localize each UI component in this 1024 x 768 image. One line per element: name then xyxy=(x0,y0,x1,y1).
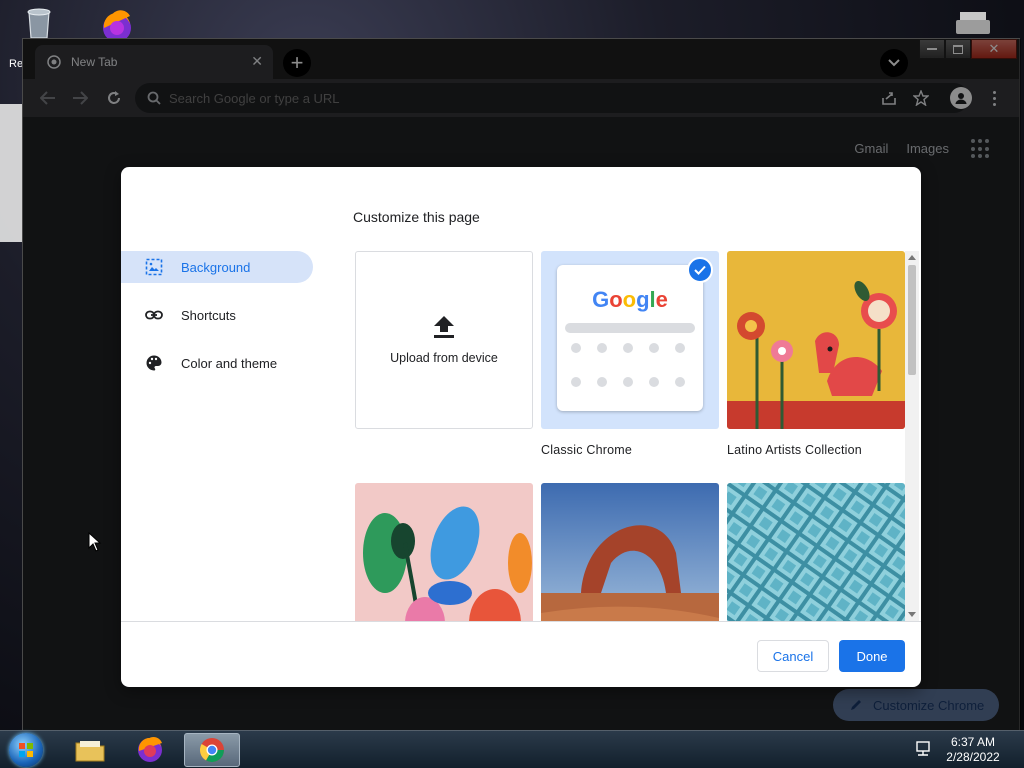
clock-date: 2/28/2022 xyxy=(946,750,1000,764)
upload-label: Upload from device xyxy=(390,351,498,365)
arch-landscape-image xyxy=(541,483,719,621)
printer-desktop-icon[interactable] xyxy=(952,8,994,38)
upload-thumb[interactable]: Upload from device xyxy=(355,251,533,429)
system-clock[interactable]: 6:37 AM 2/28/2022 xyxy=(940,735,1006,765)
upload-icon xyxy=(434,316,454,338)
firefox-taskbar-button[interactable] xyxy=(122,733,178,767)
customize-dialog: Customize this page Background Shortcuts… xyxy=(121,167,921,687)
latino-artists-tile[interactable]: Latino Artists Collection xyxy=(727,251,905,457)
google-logo: Google xyxy=(592,287,668,312)
sidebar-item-label: Color and theme xyxy=(181,355,278,371)
classic-chrome-thumb[interactable]: Google xyxy=(541,251,719,429)
mouse-cursor-icon xyxy=(88,532,102,552)
network-icon[interactable] xyxy=(914,741,932,757)
recycle-bin-label: Re xyxy=(9,58,24,70)
chrome-icon xyxy=(199,738,224,763)
recycle-bin-icon[interactable] xyxy=(20,6,58,40)
plants-art-thumb[interactable] xyxy=(355,483,533,621)
glass-building-thumb[interactable] xyxy=(727,483,905,621)
sidebar-item-label: Background xyxy=(181,259,251,275)
shortcut-dots xyxy=(571,343,685,387)
palette-icon xyxy=(146,355,162,371)
link-icon xyxy=(145,310,163,320)
scroll-thumb[interactable] xyxy=(908,265,916,375)
firefox-desktop-icon[interactable] xyxy=(96,6,138,42)
plants-artwork-image xyxy=(355,483,533,621)
arch-landscape-thumb[interactable] xyxy=(541,483,719,621)
classic-chrome-label: Classic Chrome xyxy=(541,443,633,457)
glass-building-image xyxy=(727,483,905,621)
dialog-footer: Cancel Done xyxy=(121,621,921,687)
background-grid: Upload from device Google Classic Chrome… xyxy=(353,251,907,621)
clock-time: 6:37 AM xyxy=(950,735,996,749)
dialog-sidebar: Background Shortcuts Color and theme xyxy=(121,251,321,395)
image-icon xyxy=(145,258,163,276)
sidebar-item-color-and-theme[interactable]: Color and theme xyxy=(121,347,313,379)
sidebar-item-background[interactable]: Background xyxy=(121,251,313,283)
scroll-up-arrow-icon[interactable] xyxy=(908,255,916,260)
chrome-window: New Tab ✕ + ✕ Search Google or type a UR… xyxy=(22,38,1021,731)
plants-art-tile[interactable] xyxy=(355,483,533,621)
dialog-title: Customize this page xyxy=(353,209,480,225)
firefox-icon xyxy=(138,737,162,762)
chrome-taskbar-button[interactable] xyxy=(184,733,240,767)
folder-icon xyxy=(75,741,105,762)
taskbar: 6:37 AM 2/28/2022 xyxy=(0,730,1024,768)
file-explorer-taskbar-button[interactable] xyxy=(62,733,118,767)
cancel-button[interactable]: Cancel xyxy=(757,640,829,672)
upload-tile[interactable]: Upload from device xyxy=(355,251,533,429)
sidebar-item-label: Shortcuts xyxy=(181,307,236,323)
sidebar-item-shortcuts[interactable]: Shortcuts xyxy=(121,299,313,331)
scroll-down-arrow-icon[interactable] xyxy=(908,612,916,617)
start-button[interactable] xyxy=(6,731,46,768)
classic-chrome-preview: Google xyxy=(557,265,703,411)
latino-artwork-image xyxy=(727,251,905,429)
background-window-edge xyxy=(0,104,22,242)
done-button[interactable]: Done xyxy=(839,640,905,672)
latino-artists-label: Latino Artists Collection xyxy=(727,443,862,457)
search-bar-preview xyxy=(565,323,695,333)
glass-building-tile[interactable] xyxy=(727,483,905,621)
arch-landscape-tile[interactable] xyxy=(541,483,719,621)
grid-scrollbar[interactable] xyxy=(905,251,919,621)
selected-check-icon xyxy=(687,257,713,283)
classic-chrome-tile[interactable]: Google Classic Chrome xyxy=(541,251,719,457)
windows-logo-icon xyxy=(9,733,43,767)
latino-artists-thumb[interactable] xyxy=(727,251,905,429)
